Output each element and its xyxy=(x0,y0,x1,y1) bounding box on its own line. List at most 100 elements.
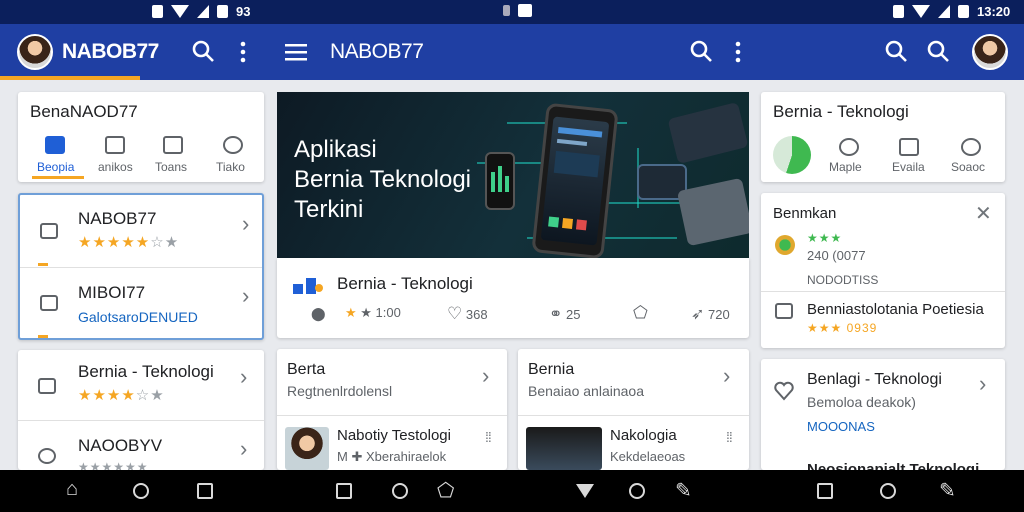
drag-handle-icon[interactable]: ⁞⁞ xyxy=(485,429,492,445)
notification-header: Benmkan xyxy=(773,205,837,222)
link-action[interactable]: ⚭ 25 xyxy=(549,304,581,324)
status-center xyxy=(503,4,532,17)
sub-card-title: Berta xyxy=(287,361,326,378)
battery-icon xyxy=(958,5,969,18)
recents-button-3[interactable] xyxy=(817,483,833,499)
home-button-3[interactable] xyxy=(629,483,645,499)
tab-label: anikos xyxy=(98,160,133,174)
drag-handle-icon[interactable]: ⁞⁞ xyxy=(726,429,733,445)
chevron-right-icon: › xyxy=(979,371,987,396)
system-nav-bar: ⌂ ⬠ ✎ ✎ xyxy=(0,470,1024,512)
close-icon[interactable]: ✕ xyxy=(975,201,992,226)
accent-mark xyxy=(38,263,48,266)
heart-icon: ♡ xyxy=(447,304,463,323)
sub-card-title: Bernia xyxy=(528,361,575,378)
profile-avatar[interactable] xyxy=(972,34,1008,70)
phone-illustration-small xyxy=(485,152,515,210)
bottom-app-card[interactable]: Benlagi - Teknologi Bemoloa deakok) MOOO… xyxy=(761,359,1005,470)
divider xyxy=(277,415,507,416)
status-left: 93 xyxy=(152,4,250,19)
notification-item-stars: ★★★ 0939 xyxy=(807,321,878,335)
shares-count: 720 xyxy=(708,307,730,322)
app-list-card-2: Bernia - Teknologi ★★★★☆★ › NAOOBYV ★★★★… xyxy=(18,350,264,470)
sub-card-1[interactable]: Berta Regtnenlrdolensl › Nabotiy Testolo… xyxy=(277,349,507,470)
home-button-2[interactable] xyxy=(392,483,408,499)
link-icon: ⚭ xyxy=(549,306,563,323)
rating-stars: ★★★★★★ xyxy=(78,460,149,470)
home-icon xyxy=(45,136,65,154)
links-count: 25 xyxy=(566,307,581,322)
back-button[interactable] xyxy=(576,484,594,498)
divider xyxy=(518,415,749,416)
back-icon[interactable]: ⬠ xyxy=(437,478,454,503)
tab-label: Beopia xyxy=(37,160,75,174)
recents-button[interactable] xyxy=(197,483,213,499)
home-icon[interactable]: ⌂ xyxy=(66,478,78,501)
home-button[interactable] xyxy=(133,483,149,499)
chevron-right-icon: › xyxy=(240,436,248,461)
divider xyxy=(20,267,262,268)
box-icon xyxy=(899,138,919,156)
tab-label: Soaoc xyxy=(951,160,986,174)
notification-item-title[interactable]: Benniastolotania Poetiesia xyxy=(807,301,984,318)
sim-icon xyxy=(217,5,228,18)
comment-icon[interactable]: ⬠ xyxy=(633,303,648,323)
device-illustration xyxy=(667,101,749,165)
sub-card-item-title: Nabotiy Testologi xyxy=(337,427,451,444)
recents-button-2[interactable] xyxy=(336,483,352,499)
screen-icon xyxy=(518,4,532,17)
share-action[interactable]: ➶ 720 xyxy=(691,304,730,324)
user-avatar[interactable] xyxy=(17,34,53,70)
rating-action[interactable]: ★ ★ 1:00 xyxy=(345,305,401,321)
share-icon: ➶ xyxy=(691,306,705,323)
status-left-text: 93 xyxy=(236,4,251,19)
pin-action[interactable]: ⬤ xyxy=(311,306,326,322)
chevron-right-icon: › xyxy=(242,283,250,308)
heart-outline-icon xyxy=(774,381,794,401)
app-bar: NABOB77 NABOB77 xyxy=(0,24,1024,80)
sub-card-item-title: Nakologia xyxy=(610,427,677,444)
edit-icon-2[interactable]: ✎ xyxy=(939,478,956,503)
app-icon xyxy=(40,295,58,311)
sub-card-2[interactable]: Bernia Benaiao anlainaoa › Nakologia Kek… xyxy=(518,349,749,470)
search-icon-2[interactable] xyxy=(688,38,716,66)
like-action[interactable]: ♡ 368 xyxy=(447,304,488,324)
bottom-card-subtitle: Bemoloa deakok) xyxy=(807,394,916,410)
search-icon-3[interactable] xyxy=(883,38,911,66)
home-button-4[interactable] xyxy=(880,483,896,499)
instagram-icon xyxy=(775,303,793,319)
wifi-icon-2 xyxy=(912,5,930,18)
image-icon xyxy=(163,136,183,154)
list-item-title: NABOB77 xyxy=(78,209,157,228)
menu-icon[interactable] xyxy=(282,38,310,66)
tab-label: Tiako xyxy=(216,160,245,174)
app-logo-icon xyxy=(293,278,323,294)
chevron-right-icon: › xyxy=(723,363,731,388)
bottom-card-bottom-text: Neosionapialt Teknologi xyxy=(807,461,980,470)
status-time: 13:20 xyxy=(977,4,1011,19)
bottom-card-link[interactable]: MOOONAS xyxy=(807,419,875,434)
more-vert-icon-2[interactable] xyxy=(724,38,752,66)
rating-stars: ★★★★★☆★ xyxy=(78,234,180,251)
rating-text: ★ 1:00 xyxy=(360,305,401,320)
more-vert-icon[interactable] xyxy=(229,38,257,66)
search-icon[interactable] xyxy=(190,38,218,66)
chevron-right-icon: › xyxy=(240,364,248,389)
mic-icon xyxy=(503,5,510,16)
notification-line-1: 240 (0077 xyxy=(807,248,866,263)
app-title-center: NABOB77 xyxy=(330,40,424,63)
bottom-card-title: Benlagi - Teknologi xyxy=(807,371,942,388)
hero-banner[interactable]: Aplikasi Bernia Teknologi Terkini xyxy=(277,92,749,258)
clock-icon xyxy=(223,136,243,154)
chevron-right-icon: › xyxy=(242,211,250,236)
phone-thumbnail xyxy=(526,427,602,470)
sub-card-subtitle: Benaiao anlainaoa xyxy=(528,383,644,399)
rating-stars: ★★★★☆★ xyxy=(78,387,165,404)
list-item-title: MIBOI77 xyxy=(78,283,146,302)
edit-icon[interactable]: ✎ xyxy=(675,478,692,503)
list-item-title: NAOOBYV xyxy=(78,436,163,455)
app-header-card: Bernia - Teknologi Maple Evaila Soaoc xyxy=(761,92,1005,182)
star-icon: ★ xyxy=(345,305,357,320)
app-icon xyxy=(38,448,56,464)
search-icon-4[interactable] xyxy=(925,38,953,66)
